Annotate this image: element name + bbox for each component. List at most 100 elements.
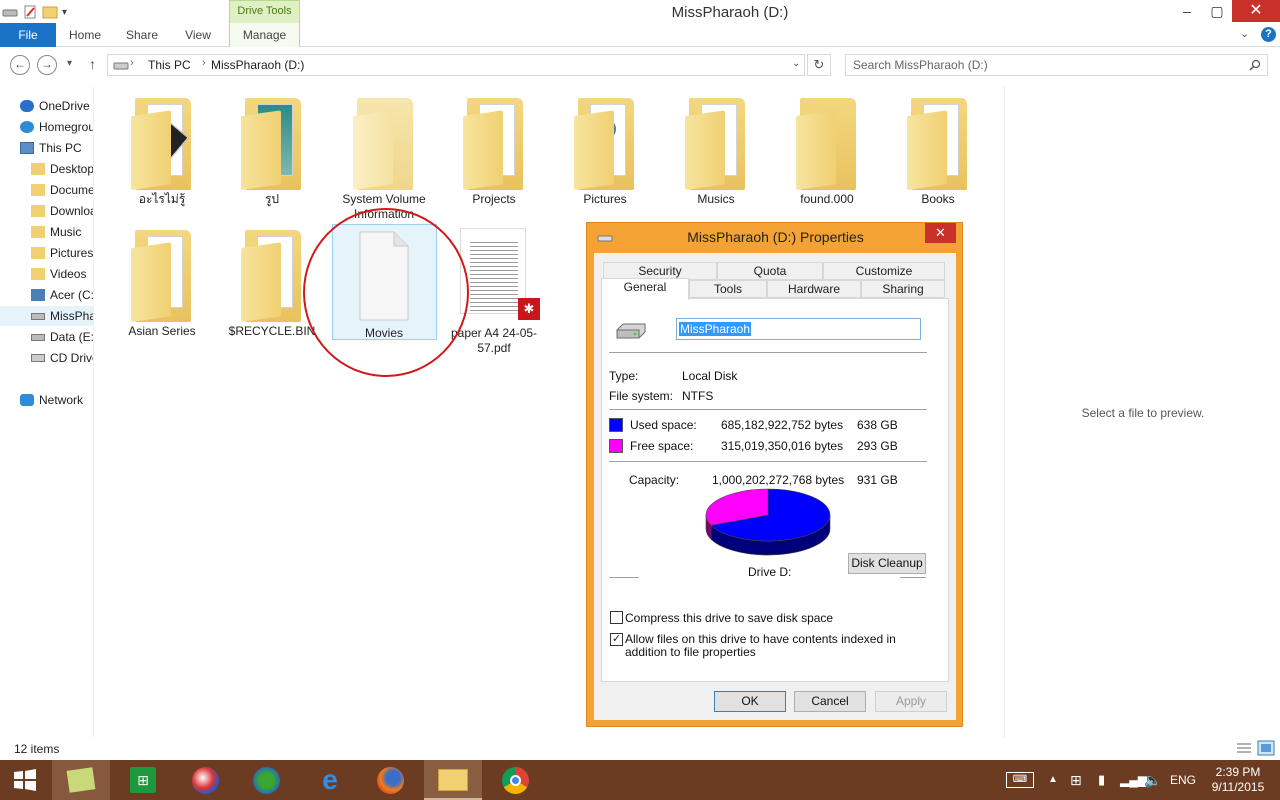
tab-customize[interactable]: Customize	[823, 262, 945, 280]
taskbar-firefox[interactable]	[361, 760, 419, 800]
folder-item[interactable]: อะไรไม่รู้	[113, 94, 211, 207]
index-checkbox[interactable]: ✓	[610, 633, 623, 646]
preview-pane: Select a file to preview.	[1004, 86, 1280, 738]
drive-icon	[113, 62, 129, 70]
nav-item-desktop[interactable]: Desktop	[31, 159, 93, 179]
computer-icon	[20, 142, 34, 154]
clock-time: 2:39 PM	[1215, 765, 1261, 779]
volume-icon[interactable]: 🔈	[1144, 760, 1161, 800]
folder-item[interactable]: Pictures	[556, 94, 654, 207]
nav-item-this-pc[interactable]: This PC	[20, 138, 82, 158]
start-button-icon[interactable]	[13, 769, 37, 791]
folder-item[interactable]: รูป	[223, 94, 321, 207]
title-bar: ▾ Drive Tools MissPharaoh (D:) – ▢ ✕	[0, 0, 1280, 23]
divider	[609, 352, 927, 353]
action-center-flag-icon[interactable]: ⊞	[1070, 760, 1082, 800]
breadcrumb-this-pc[interactable]: This PC	[148, 58, 191, 72]
folder-item[interactable]: found.000	[778, 94, 876, 207]
help-icon[interactable]: ?	[1261, 27, 1276, 42]
tab-manage[interactable]: Manage	[229, 23, 300, 47]
up-button[interactable]: ↑	[89, 56, 96, 72]
touch-keyboard-icon[interactable]: ⌨	[1006, 772, 1034, 788]
general-tab-panel: MissPharaoh Type: Local Disk File system…	[601, 298, 949, 682]
breadcrumb-drive[interactable]: MissPharaoh (D:)	[211, 58, 304, 72]
divider	[609, 409, 927, 410]
free-space-bytes: 315,019,350,016 bytes	[721, 439, 844, 453]
nav-item-videos[interactable]: Videos	[31, 264, 86, 284]
folder-item[interactable]: Books	[889, 94, 987, 207]
store-icon: ⊞	[130, 767, 156, 793]
taskbar-store[interactable]: ⊞	[113, 760, 171, 800]
nav-item-downloads[interactable]: Downloads	[31, 201, 93, 221]
file-system-label: File system:	[609, 389, 674, 403]
address-bar[interactable]: › This PC › MissPharaoh (D:) ⌄	[107, 54, 805, 76]
search-input[interactable]: Search MissPharaoh (D:)	[853, 58, 988, 72]
nav-item-data-e[interactable]: Data (E:)	[31, 327, 93, 347]
taskbar-download-manager[interactable]	[237, 760, 295, 800]
show-hidden-icons-icon[interactable]: ▲	[1048, 760, 1058, 800]
taskbar-app-swirl[interactable]	[176, 760, 234, 800]
dialog-close-button[interactable]: ✕	[925, 223, 956, 243]
address-dropdown-icon[interactable]: ⌄	[792, 58, 800, 69]
apply-button[interactable]: Apply	[875, 691, 947, 712]
tab-tools[interactable]: Tools	[689, 280, 767, 298]
nav-item-misspharaoh-d[interactable]: MissPharaoh (D:)	[0, 306, 93, 326]
breadcrumb-separator-icon: ›	[202, 57, 206, 69]
disk-cleanup-button[interactable]: Disk Cleanup	[848, 553, 926, 574]
recent-locations-icon[interactable]: ▾	[67, 58, 72, 69]
tab-general[interactable]: General	[601, 278, 689, 300]
taskbar: ⊞ e ⌨ ▲ ⊞ ▮ ▂▄▆ 🔈 ENG 2:39 PM 9/11/2015	[0, 760, 1280, 800]
search-icon[interactable]	[1249, 59, 1261, 71]
taskbar-internet-explorer[interactable]: e	[301, 760, 359, 800]
minimize-button[interactable]: –	[1172, 0, 1202, 22]
cancel-button[interactable]: Cancel	[794, 691, 866, 712]
details-view-icon[interactable]	[1236, 741, 1252, 755]
input-language[interactable]: ENG	[1170, 760, 1196, 800]
forward-button[interactable]: →	[37, 55, 57, 75]
large-icons-view-icon[interactable]	[1257, 740, 1275, 756]
tab-file[interactable]: File	[0, 23, 56, 47]
folder-item[interactable]: Projects	[445, 94, 543, 207]
nav-item-acer-c[interactable]: Acer (C:)	[31, 285, 93, 305]
tab-home[interactable]: Home	[58, 23, 112, 47]
folder-item[interactable]: System Volume Information	[335, 94, 433, 222]
tab-sharing[interactable]: Sharing	[861, 280, 945, 298]
nav-item-network[interactable]: Network	[20, 390, 83, 410]
taskbar-file-explorer[interactable]	[424, 760, 482, 800]
divider	[609, 461, 927, 462]
drive-icon	[31, 334, 45, 341]
nav-item-cd-drive[interactable]: CD Drive	[31, 348, 93, 368]
file-explorer-icon	[438, 769, 468, 791]
clock[interactable]: 2:39 PM 9/11/2015	[1208, 765, 1268, 795]
nav-item-documents[interactable]: Documents	[31, 180, 93, 200]
tab-view[interactable]: View	[174, 23, 222, 47]
folder-icon	[31, 205, 45, 217]
folder-item[interactable]: Musics	[667, 94, 765, 207]
nav-item-music[interactable]: Music	[31, 222, 81, 242]
refresh-button[interactable]: ↻	[807, 54, 831, 76]
back-button[interactable]: ←	[10, 55, 30, 75]
tab-share[interactable]: Share	[116, 23, 168, 47]
restore-button[interactable]: ▢	[1202, 0, 1232, 22]
ok-button[interactable]: OK	[714, 691, 786, 712]
taskbar-chrome[interactable]	[486, 760, 544, 800]
battery-icon[interactable]: ▮	[1098, 760, 1105, 800]
nav-item-onedrive[interactable]: OneDrive	[20, 96, 90, 116]
nav-item-homegroup[interactable]: Homegroup	[20, 117, 93, 137]
cd-drive-icon	[31, 354, 45, 362]
tab-hardware[interactable]: Hardware	[767, 280, 861, 298]
close-button[interactable]: ✕	[1232, 0, 1280, 22]
breadcrumb-separator-icon: ›	[130, 57, 134, 69]
compress-checkbox[interactable]	[610, 611, 623, 624]
search-box[interactable]: Search MissPharaoh (D:)	[845, 54, 1268, 76]
taskbar-sticky-notes[interactable]	[52, 760, 110, 800]
signal-icon[interactable]: ▂▄▆	[1120, 760, 1147, 800]
drive-name-input[interactable]: MissPharaoh	[676, 318, 921, 340]
nav-item-pictures[interactable]: Pictures	[31, 243, 93, 263]
item-count: 12 items	[14, 742, 60, 756]
expand-ribbon-icon[interactable]: ⌄	[1240, 27, 1249, 40]
capacity-bytes: 1,000,202,272,768 bytes	[712, 473, 845, 487]
free-space-swatch	[609, 439, 623, 453]
folder-item[interactable]: Asian Series	[113, 226, 211, 339]
tab-quota[interactable]: Quota	[717, 262, 823, 280]
